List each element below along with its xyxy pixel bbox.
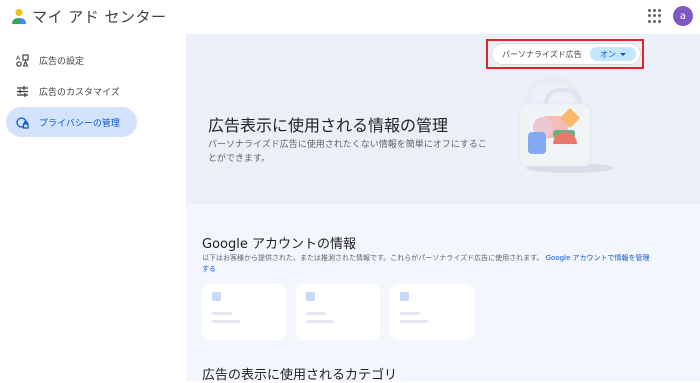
info-card-icon <box>400 292 409 301</box>
info-card-placeholder-line <box>212 312 232 315</box>
sidebar-item-customize[interactable]: 広告のカスタマイズ <box>6 76 137 106</box>
info-card-icon <box>306 292 315 301</box>
info-card-placeholder-line <box>306 312 326 315</box>
ad-settings-icon: A <box>15 53 29 67</box>
svg-text:A: A <box>16 55 21 62</box>
sidebar-item-ad-settings[interactable]: A 広告の設定 <box>6 45 137 75</box>
my-ad-center-logo <box>12 9 26 24</box>
info-card-icon <box>212 292 221 301</box>
personalized-ads-label: パーソナライズド広告 <box>502 49 582 59</box>
page-title: 広告表示に使用される情報の管理 <box>208 116 449 135</box>
categories-title: 広告の表示に使用されるカテゴリ <box>202 368 398 383</box>
info-card-placeholder-line <box>306 320 334 323</box>
privacy-icon <box>15 115 29 129</box>
sidebar-nav: A 広告の設定 広告のカスタマイズ プライバシーの管理 <box>0 34 186 381</box>
info-card-placeholder-line <box>212 320 240 323</box>
account-info-text: 以下はお客様から提供された、または推測された情報です。これらがパーソナライズド広… <box>202 254 544 262</box>
account-info-card[interactable] <box>390 284 474 340</box>
personalized-ads-toggle[interactable]: パーソナライズド広告 オン <box>492 44 640 64</box>
sidebar-item-label: 広告のカスタマイズ <box>39 87 120 98</box>
account-info-title: Google アカウントの情報 <box>202 237 356 252</box>
main-content: パーソナライズド広告 オン 広告表示に使用される情報の管理 パーソナライズド広告… <box>186 34 700 383</box>
account-avatar[interactable]: a <box>673 6 693 26</box>
google-apps-icon[interactable] <box>648 9 662 23</box>
sidebar-item-privacy[interactable]: プライバシーの管理 <box>6 107 137 137</box>
app-title[interactable]: マイ アド センター <box>32 6 167 27</box>
account-info-card[interactable] <box>296 284 380 340</box>
shopping-bag-illustration <box>519 76 614 173</box>
personalized-ads-state-button[interactable]: オン <box>590 47 636 61</box>
info-card-placeholder-line <box>400 320 428 323</box>
sidebar-item-label: 広告の設定 <box>39 56 85 67</box>
sidebar-item-label: プライバシーの管理 <box>39 118 120 129</box>
tune-icon <box>15 84 29 98</box>
caret-down-icon <box>620 52 626 56</box>
account-info-card[interactable] <box>202 284 286 340</box>
account-info-description: 以下はお客様から提供された、または推測された情報です。これらがパーソナライズド広… <box>202 253 652 275</box>
info-card-placeholder-line <box>400 312 420 315</box>
page-description: パーソナライズド広告に使用されたくない情報を簡単にオフにすることができます。 <box>208 140 487 164</box>
top-bar: マイ アド センター a <box>0 0 700 34</box>
personalized-ads-state: オン <box>600 49 616 59</box>
